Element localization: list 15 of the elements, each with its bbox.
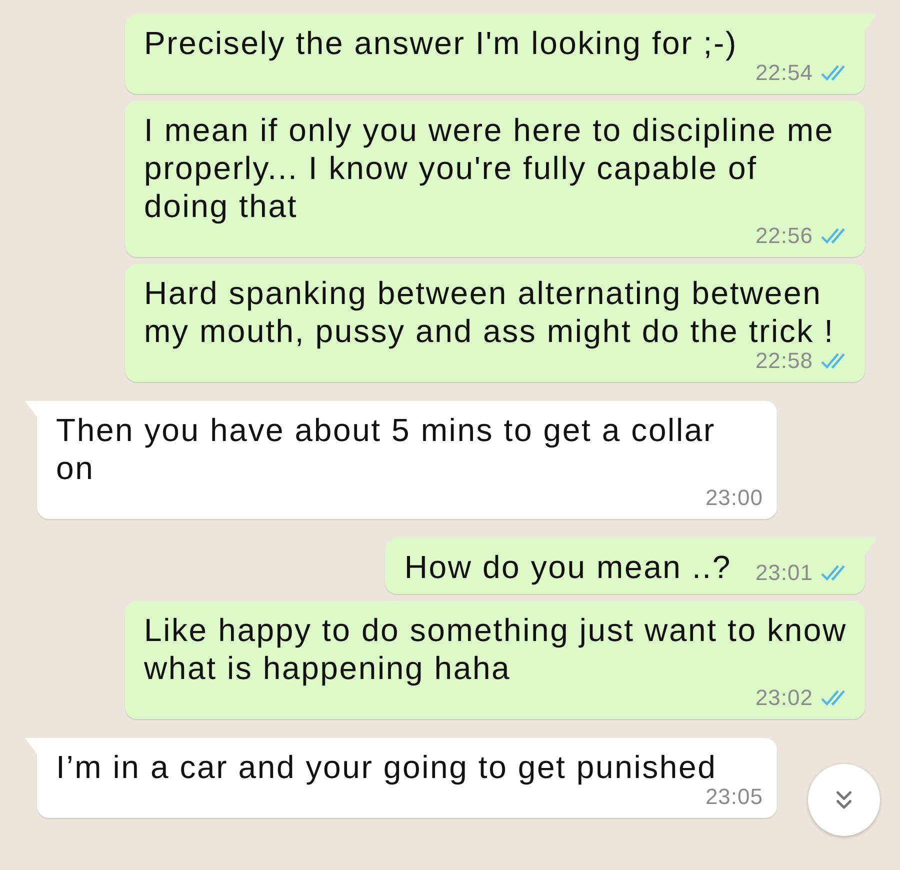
message-time: 22:56 bbox=[755, 223, 813, 249]
message-time: 23:01 bbox=[755, 560, 813, 586]
scroll-down-button[interactable] bbox=[808, 764, 880, 836]
message-time: 23:05 bbox=[705, 784, 763, 810]
message-time: 22:54 bbox=[755, 60, 813, 86]
message-text: Precisely the answer I'm looking for ;-) bbox=[144, 24, 738, 62]
message-text: I’m in a car and your going to get punished bbox=[56, 748, 717, 786]
message-text: How do you mean ..? bbox=[404, 548, 732, 586]
message-time: 23:02 bbox=[755, 685, 813, 711]
message-text: I mean if only you were here to discipline me properly... I know you're fully capable of doing that bbox=[144, 111, 835, 225]
message-time: 23:00 bbox=[705, 485, 763, 511]
message-time: 22:58 bbox=[755, 348, 813, 374]
message-text: Then you have about 5 mins to get a collar on bbox=[56, 411, 716, 487]
message-text: Hard spanking between alternating between my mouth, pussy and ass might do the trick ! bbox=[144, 274, 836, 350]
message-text: Like happy to do something just want to know what is happening haha bbox=[144, 611, 848, 687]
